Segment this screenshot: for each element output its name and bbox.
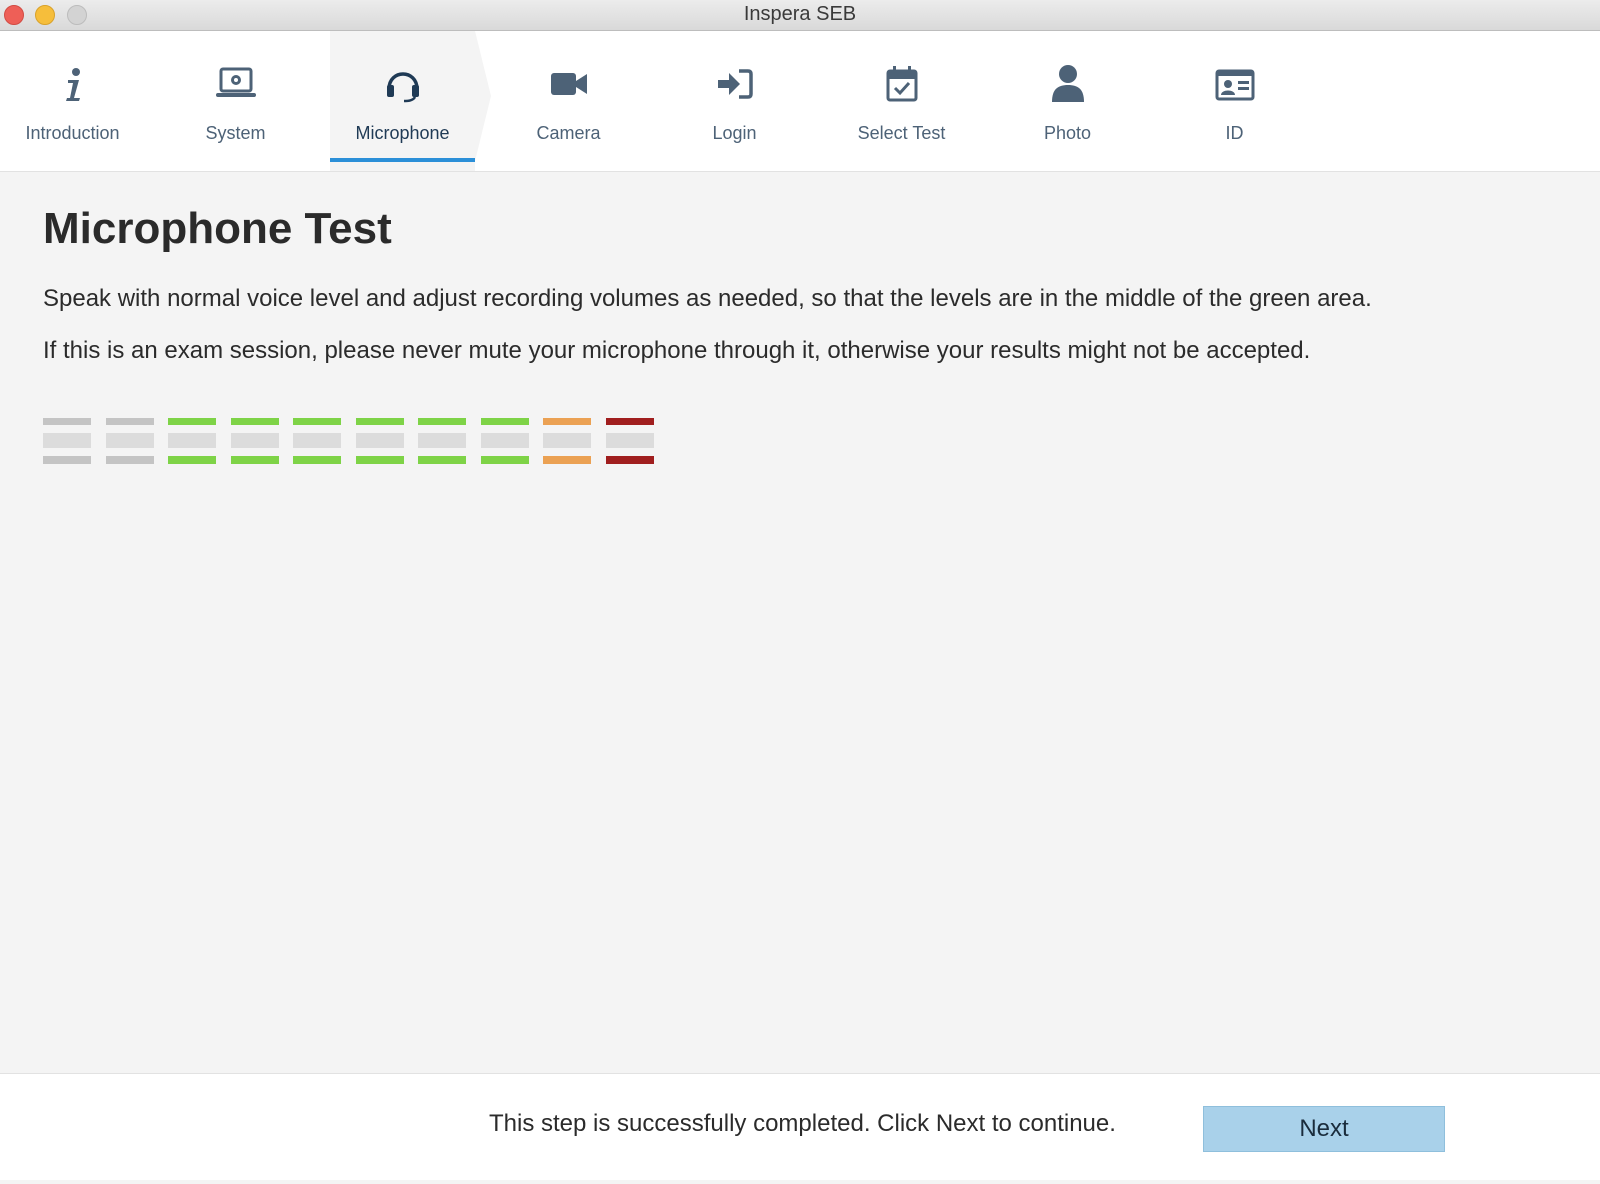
step-introduction[interactable]: Introduction (0, 31, 145, 171)
level-segment (105, 418, 154, 464)
page-title: Microphone Test (43, 204, 392, 253)
step-label: Camera (536, 123, 601, 143)
level-segment (605, 418, 654, 464)
id-card-icon (1215, 69, 1254, 101)
level-segment (355, 418, 404, 464)
video-camera-icon (550, 73, 587, 95)
step-id[interactable]: ID (1162, 31, 1307, 171)
sign-in-icon (717, 69, 753, 99)
headset-icon (386, 72, 419, 103)
step-label: Login (712, 123, 757, 143)
instruction-text: Speak with normal voice level and adjust… (43, 285, 1372, 312)
step-system[interactable]: System (163, 31, 308, 171)
step-label: Introduction (25, 123, 120, 143)
active-step-indicator (330, 158, 475, 162)
level-segment (418, 418, 466, 464)
step-photo[interactable]: Photo (995, 31, 1140, 171)
title-bar: Inspera SEB (0, 0, 1600, 31)
footer-bar: This step is successfully completed. Cli… (0, 1073, 1600, 1180)
level-segment (168, 418, 216, 464)
level-segment (480, 418, 529, 464)
laptop-settings-icon (215, 67, 256, 97)
step-label: Microphone (355, 123, 450, 143)
step-select-test[interactable]: Select Test (829, 31, 974, 171)
step-label: System (205, 123, 266, 143)
level-segment (543, 418, 591, 464)
microphone-level-meter (43, 418, 663, 464)
step-login[interactable]: Login (662, 31, 807, 171)
level-segment (293, 418, 341, 464)
level-segment (230, 418, 279, 464)
warning-text: If this is an exam session, please never… (43, 337, 1311, 364)
step-camera[interactable]: Camera (496, 31, 641, 171)
user-icon (1051, 65, 1084, 102)
status-message: This step is successfully completed. Cli… (489, 1110, 1116, 1137)
calendar-check-icon (886, 66, 917, 102)
window-title: Inspera SEB (743, 3, 857, 25)
level-segment (43, 418, 91, 464)
step-label: Photo (1043, 123, 1092, 143)
step-label: ID (1225, 123, 1244, 143)
step-label: Select Test (857, 123, 946, 143)
next-button[interactable]: Next (1203, 1106, 1445, 1152)
step-navigation: Introduction System Microphone Camera Lo… (0, 31, 1600, 172)
step-microphone[interactable]: Microphone (330, 31, 491, 171)
info-icon (65, 68, 80, 101)
